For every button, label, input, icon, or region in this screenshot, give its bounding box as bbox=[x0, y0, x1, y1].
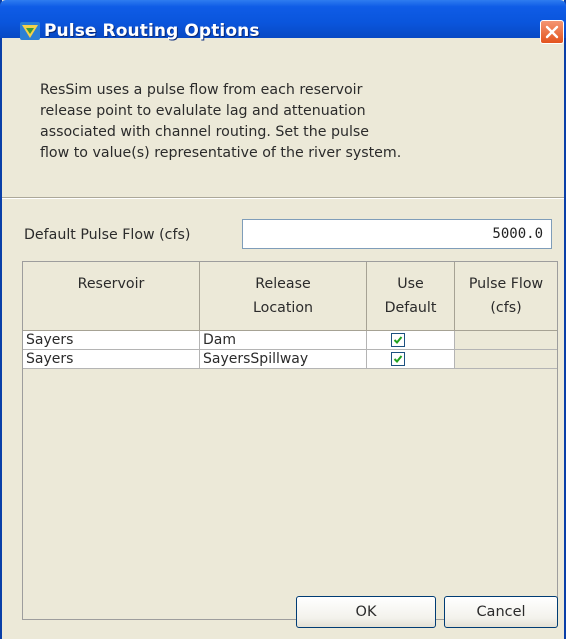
header-label: Reservoir bbox=[77, 276, 145, 292]
cell-use-default[interactable] bbox=[367, 331, 455, 350]
pulse-routing-dialog: Pulse Routing Options ResSim uses a puls… bbox=[0, 0, 566, 639]
column-header-pulse-flow[interactable]: Pulse Flow (cfs) bbox=[455, 262, 557, 331]
header-label: Use bbox=[397, 276, 424, 292]
default-pulse-flow-input[interactable]: 5000.0 bbox=[242, 219, 552, 249]
description-line: release point to evalulate lag and atten… bbox=[40, 103, 366, 119]
description-line: ResSim uses a pulse flow from each reser… bbox=[40, 82, 363, 98]
title-bar[interactable]: Pulse Routing Options bbox=[0, 0, 566, 44]
cell-reservoir[interactable]: Sayers bbox=[23, 331, 200, 350]
table-row[interactable]: Sayers Dam bbox=[23, 331, 557, 350]
header-label: Default bbox=[384, 300, 437, 316]
cell-use-default[interactable] bbox=[367, 350, 455, 369]
divider bbox=[2, 197, 564, 199]
header-label: (cfs) bbox=[490, 300, 522, 316]
close-icon bbox=[545, 25, 559, 39]
description-line: flow to value(s) representative of the r… bbox=[40, 145, 402, 161]
description-text: ResSim uses a pulse flow from each reser… bbox=[40, 80, 500, 164]
pulse-flow-table: Reservoir Release Location Use Default P… bbox=[22, 261, 558, 620]
cancel-button[interactable]: Cancel bbox=[444, 596, 558, 628]
ressim-app-icon bbox=[20, 22, 40, 40]
ok-button[interactable]: OK bbox=[296, 596, 436, 628]
cell-reservoir[interactable]: Sayers bbox=[23, 350, 200, 369]
use-default-checkbox[interactable] bbox=[391, 333, 405, 347]
checkmark-icon bbox=[393, 336, 403, 344]
window-title: Pulse Routing Options bbox=[44, 21, 260, 41]
cell-pulse-flow[interactable] bbox=[455, 331, 557, 350]
header-label: Location bbox=[252, 300, 313, 316]
default-pulse-flow-label: Default Pulse Flow (cfs) bbox=[24, 227, 191, 243]
cell-release-location[interactable]: Dam bbox=[200, 331, 367, 350]
checkmark-icon bbox=[393, 355, 403, 363]
header-label: Release bbox=[255, 276, 311, 292]
header-label: Pulse Flow bbox=[468, 276, 544, 292]
column-header-reservoir[interactable]: Reservoir bbox=[23, 262, 200, 331]
column-header-use-default[interactable]: Use Default bbox=[367, 262, 455, 331]
description-line: associated with channel routing. Set the… bbox=[40, 124, 370, 140]
close-button[interactable] bbox=[540, 20, 564, 44]
column-header-release-location[interactable]: Release Location bbox=[200, 262, 367, 331]
cell-pulse-flow[interactable] bbox=[455, 350, 557, 369]
table-row[interactable]: Sayers SayersSpillway bbox=[23, 350, 557, 369]
use-default-checkbox[interactable] bbox=[391, 352, 405, 366]
cell-release-location[interactable]: SayersSpillway bbox=[200, 350, 367, 369]
